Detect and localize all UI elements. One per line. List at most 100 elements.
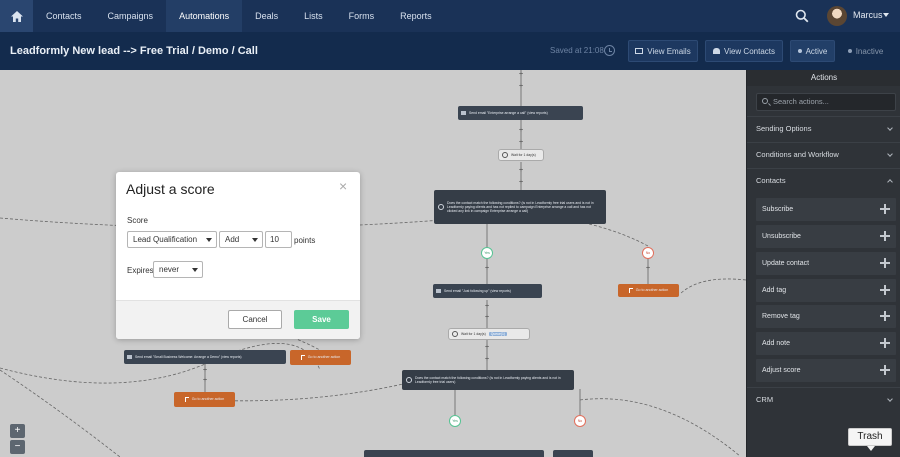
- chevron-down-icon[interactable]: [883, 13, 889, 17]
- inactive-toggle[interactable]: Inactive: [838, 40, 893, 62]
- section-conditions-workflow[interactable]: Conditions and Workflow: [747, 142, 900, 166]
- action-unsubscribe[interactable]: Unsubscribe: [756, 225, 896, 248]
- yes-branch[interactable]: Yes: [481, 247, 493, 259]
- branch-icon: [628, 288, 633, 293]
- close-icon[interactable]: ×: [339, 178, 347, 194]
- view-contacts-button[interactable]: View Contacts: [705, 40, 783, 62]
- points-label: points: [294, 236, 316, 245]
- no-branch[interactable]: No: [574, 415, 586, 427]
- clock-icon: [452, 331, 458, 337]
- cancel-button[interactable]: Cancel: [228, 310, 282, 329]
- action-update-contact[interactable]: Update contact: [756, 252, 896, 275]
- nav-menu: Contacts Campaigns Automations Deals Lis…: [33, 0, 445, 32]
- zoom-out-button[interactable]: −: [10, 440, 25, 454]
- section-sending-options[interactable]: Sending Options: [747, 116, 900, 140]
- send-email-node[interactable]: Send email "Just following up" (view rep…: [433, 284, 542, 298]
- user-name[interactable]: Marcus: [853, 0, 883, 32]
- history-icon[interactable]: [604, 45, 615, 56]
- nav-forms[interactable]: Forms: [336, 0, 388, 32]
- drag-move-icon[interactable]: [880, 365, 890, 375]
- add-step-icon[interactable]: +: [484, 303, 490, 310]
- nav-lists[interactable]: Lists: [291, 0, 336, 32]
- action-remove-tag[interactable]: Remove tag: [756, 305, 896, 328]
- email-icon: [461, 111, 466, 115]
- email-icon: [436, 289, 441, 293]
- active-dot-icon: [797, 49, 802, 53]
- send-email-node[interactable]: Send email "Small Business Welcome: Arra…: [124, 350, 286, 364]
- home-button[interactable]: [0, 0, 33, 32]
- avatar[interactable]: [827, 6, 847, 26]
- email-icon: [127, 355, 132, 359]
- action-add-note[interactable]: Add note: [756, 332, 896, 355]
- chevron-down-icon: [887, 125, 893, 131]
- add-step-icon[interactable]: +: [518, 179, 524, 186]
- nav-contacts[interactable]: Contacts: [33, 0, 95, 32]
- no-branch[interactable]: No: [642, 247, 654, 259]
- add-step-icon[interactable]: +: [484, 356, 490, 363]
- goto-action-node[interactable]: Go to another action: [174, 392, 235, 407]
- drag-move-icon[interactable]: [880, 204, 890, 214]
- drag-move-icon[interactable]: [880, 285, 890, 295]
- condition-node[interactable]: Does the contact match the following con…: [402, 370, 574, 390]
- drag-move-icon[interactable]: [880, 338, 890, 348]
- wait-node[interactable]: Wait for 1 day(s) Queue(1): [448, 328, 530, 340]
- nav-automations[interactable]: Automations: [166, 0, 243, 32]
- add-step-icon[interactable]: +: [518, 139, 524, 146]
- nav-reports[interactable]: Reports: [387, 0, 445, 32]
- save-button[interactable]: Save: [294, 310, 349, 329]
- search-icon[interactable]: [795, 9, 809, 23]
- score-select[interactable]: Lead Qualification: [127, 231, 217, 248]
- points-input[interactable]: 10: [265, 231, 292, 248]
- drag-move-icon[interactable]: [880, 311, 890, 321]
- send-email-node[interactable]: [364, 450, 544, 457]
- section-contacts[interactable]: Contacts: [747, 168, 900, 192]
- yes-branch[interactable]: Yes: [449, 415, 461, 427]
- chevron-down-icon: [887, 151, 893, 157]
- section-crm[interactable]: CRM: [747, 387, 900, 411]
- chevron-down-icon: [887, 396, 893, 402]
- search-actions-input[interactable]: Search actions...: [756, 93, 896, 111]
- view-emails-button[interactable]: View Emails: [628, 40, 698, 62]
- zoom-in-button[interactable]: +: [10, 424, 25, 438]
- drag-move-icon[interactable]: [880, 231, 890, 241]
- automation-title-bar: Leadformly New lead --> Free Trial / Dem…: [0, 32, 900, 70]
- send-email-node[interactable]: [553, 450, 593, 457]
- add-step-icon[interactable]: +: [518, 83, 524, 90]
- email-icon: [635, 48, 644, 54]
- workflow-canvas[interactable]: + + Send email "Enterprise arrange a cal…: [0, 70, 746, 457]
- add-step-icon[interactable]: +: [202, 367, 208, 374]
- search-icon: [762, 98, 768, 104]
- add-step-icon[interactable]: +: [645, 265, 651, 272]
- active-toggle[interactable]: Active: [790, 40, 835, 62]
- goto-action-node[interactable]: Go to another action: [618, 284, 679, 297]
- condition-icon: [438, 204, 444, 210]
- page-title[interactable]: Leadformly New lead --> Free Trial / Dem…: [10, 32, 258, 70]
- saved-status: Saved at 21:08: [550, 46, 604, 55]
- add-step-icon[interactable]: +: [518, 167, 524, 174]
- workflow-connectors: [0, 70, 746, 457]
- operation-select[interactable]: Add: [219, 231, 263, 248]
- nav-deals[interactable]: Deals: [242, 0, 291, 32]
- inactive-dot-icon: [847, 49, 852, 53]
- action-adjust-score[interactable]: Adjust score: [756, 359, 896, 382]
- add-step-icon[interactable]: +: [518, 127, 524, 134]
- trash-tooltip: Trash: [848, 428, 892, 451]
- action-subscribe[interactable]: Subscribe: [756, 198, 896, 221]
- add-step-icon[interactable]: +: [202, 377, 208, 384]
- queue-badge[interactable]: Queue(1): [488, 331, 508, 337]
- drag-move-icon[interactable]: [880, 258, 890, 268]
- send-email-node[interactable]: Send email "Enterprise arrange a call" (…: [458, 106, 583, 120]
- home-icon: [10, 10, 23, 22]
- nav-campaigns[interactable]: Campaigns: [95, 0, 167, 32]
- condition-node[interactable]: Does the contact match the following con…: [434, 190, 606, 224]
- add-step-icon[interactable]: +: [484, 344, 490, 351]
- add-step-icon[interactable]: +: [484, 314, 490, 321]
- add-step-icon[interactable]: +: [518, 71, 524, 78]
- wait-node[interactable]: Wait for 1 day(s): [498, 149, 544, 161]
- expires-select[interactable]: never: [153, 261, 203, 278]
- goto-action-node[interactable]: Go to another action: [290, 350, 351, 365]
- add-step-icon[interactable]: +: [484, 265, 490, 272]
- chevron-down-icon: [206, 238, 212, 242]
- top-nav: Contacts Campaigns Automations Deals Lis…: [0, 0, 900, 32]
- action-add-tag[interactable]: Add tag: [756, 279, 896, 302]
